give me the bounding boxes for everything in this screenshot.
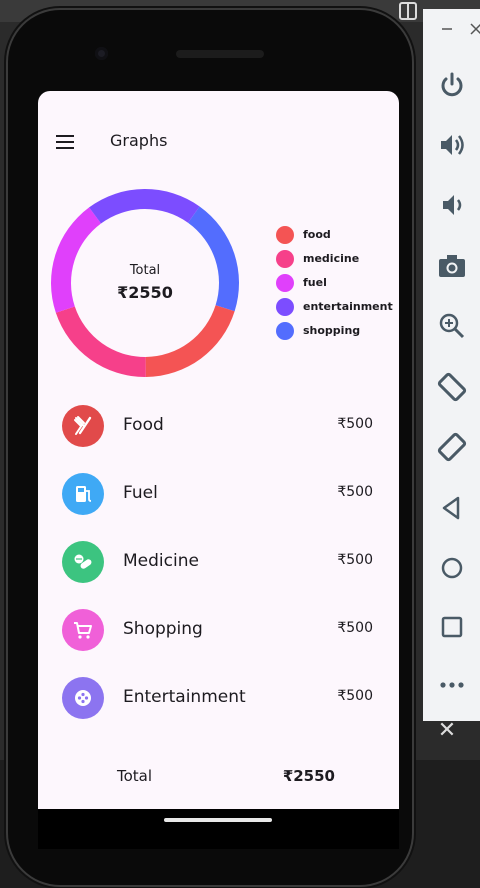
expense-label: Fuel [123, 483, 158, 503]
home-icon [441, 557, 462, 579]
expense-label: Food [123, 415, 164, 435]
fork-knife-icon [62, 405, 104, 447]
legend-swatch [276, 322, 294, 340]
zoom-button[interactable] [423, 302, 480, 350]
rotate-left-button[interactable] [423, 363, 480, 411]
legend-label: fuel [303, 276, 327, 289]
power-icon [441, 72, 462, 97]
earpiece-speaker [176, 50, 264, 58]
screenshot-button[interactable] [423, 242, 480, 290]
expense-amount: ₹500 [337, 620, 373, 636]
pills-icon [62, 541, 104, 583]
expense-label: Medicine [123, 551, 199, 571]
expense-row-food[interactable]: Food ₹500 [38, 405, 399, 473]
expense-label: Entertainment [123, 687, 246, 707]
expense-amount: ₹500 [337, 552, 373, 568]
toolbar-window-controls [423, 9, 480, 45]
donut-slice-medicine[interactable] [55, 306, 146, 377]
donut-slice-food[interactable] [145, 305, 235, 377]
expense-label: Shopping [123, 619, 203, 639]
back-button[interactable] [423, 484, 480, 532]
volume-up-button[interactable] [423, 121, 480, 169]
page-title: Graphs [110, 131, 168, 150]
emulator-host-background: Graphs Total ₹2550 food medicine fuel en… [0, 0, 480, 888]
home-button[interactable] [423, 544, 480, 592]
zoom-icon [439, 313, 464, 339]
shopping-cart-icon [62, 609, 104, 651]
legend-label: food [303, 228, 331, 241]
expense-row-entertainment[interactable]: Entertainment ₹500 [38, 677, 399, 745]
more-icon [439, 682, 464, 688]
expense-row-shopping[interactable]: Shopping ₹500 [38, 609, 399, 677]
total-value: ₹2550 [282, 767, 335, 785]
split-pane-icon[interactable] [398, 1, 418, 21]
chart-center-label: Total [129, 263, 161, 278]
volume-down-icon [442, 195, 461, 215]
volume-down-button[interactable] [423, 181, 480, 229]
more-button[interactable] [423, 661, 480, 709]
close-icon[interactable]: ✕ [434, 718, 460, 744]
fuel-pump-icon [62, 473, 104, 515]
back-icon [442, 496, 459, 520]
rotate-right-button[interactable] [423, 423, 480, 471]
power-button[interactable] [423, 61, 480, 109]
rotate-right-icon [437, 432, 466, 462]
legend-swatch [276, 250, 294, 268]
overview-button[interactable] [423, 603, 480, 651]
overview-icon [441, 616, 462, 638]
minimize-icon[interactable] [441, 23, 453, 35]
gamepad-icon [62, 677, 104, 719]
front-camera [95, 47, 108, 60]
emulator-toolbar [423, 9, 480, 721]
legend-swatch [276, 226, 294, 244]
expense-row-fuel[interactable]: Fuel ₹500 [38, 473, 399, 541]
chart-center-value: ₹2550 [117, 283, 173, 302]
close-window-icon[interactable] [470, 23, 480, 35]
menu-icon[interactable] [56, 135, 76, 151]
expense-amount: ₹500 [337, 416, 373, 432]
legend-swatch [276, 298, 294, 316]
total-label: Total [117, 767, 153, 785]
legend-label: shopping [303, 324, 361, 337]
home-gesture-bar[interactable] [164, 818, 272, 822]
expense-row-medicine[interactable]: Medicine ₹500 [38, 541, 399, 609]
legend-swatch [276, 274, 294, 292]
phone-frame: Graphs Total ₹2550 food medicine fuel en… [8, 10, 412, 885]
legend-label: entertainment [303, 300, 393, 313]
donut-slice-entertainment[interactable] [89, 189, 200, 224]
expense-amount: ₹500 [337, 688, 373, 704]
rotate-left-icon [437, 372, 466, 402]
expense-amount: ₹500 [337, 484, 373, 500]
camera-icon [438, 255, 465, 277]
expense-list: Food ₹500 Fuel ₹500 Medicine ₹500 Shoppi… [38, 405, 399, 745]
app-screen: Graphs Total ₹2550 food medicine fuel en… [38, 91, 399, 809]
system-navigation-bar [38, 809, 399, 849]
volume-up-icon [440, 135, 464, 155]
total-row: Total ₹2550 [38, 767, 399, 791]
legend-label: medicine [303, 252, 360, 265]
app-bar: Graphs [38, 119, 399, 167]
